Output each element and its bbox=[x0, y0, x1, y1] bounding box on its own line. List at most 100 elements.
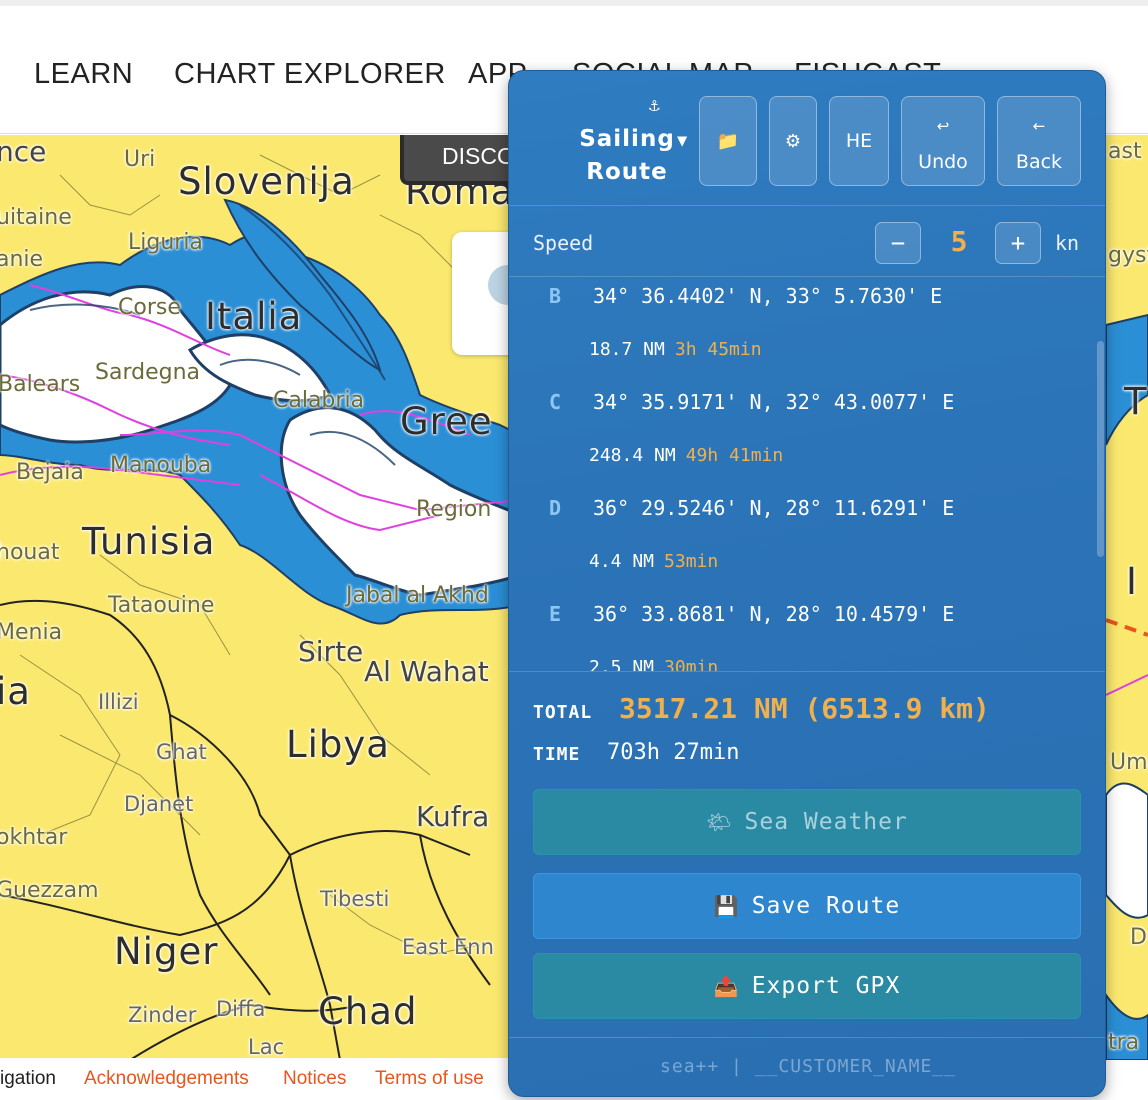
back-button[interactable]: ← Back bbox=[997, 96, 1081, 186]
map-label: Balears bbox=[0, 372, 81, 397]
map-label: Zinder bbox=[128, 1003, 197, 1027]
back-label: Back bbox=[1015, 151, 1063, 173]
map-label: Guezzam bbox=[0, 878, 99, 903]
map-label: Calabria bbox=[273, 388, 365, 413]
panel-footer: sea++ | __CUSTOMER_NAME__ bbox=[509, 1037, 1105, 1096]
nav-learn[interactable]: LEARN bbox=[34, 58, 133, 91]
map-label: Tunisia bbox=[82, 520, 216, 563]
save-route-button[interactable]: 💾 Save Route bbox=[533, 873, 1081, 939]
waypoint-coordinates: 34° 35.9171' N, 32° 43.0077' E bbox=[593, 390, 955, 414]
arrow-left-icon: ← bbox=[1032, 117, 1046, 135]
route-title-line2: Route bbox=[586, 159, 668, 185]
speed-value: 5 bbox=[950, 225, 968, 258]
discover-button[interactable]: DISCO bbox=[400, 135, 520, 185]
map-label: I bbox=[1126, 560, 1138, 603]
leg-distance-value: 2.5 NM bbox=[589, 657, 655, 671]
language-button[interactable]: HE bbox=[829, 96, 889, 186]
sea-weather-button[interactable]: 🌤 Sea Weather bbox=[533, 789, 1081, 855]
map-label: Corse bbox=[118, 295, 181, 320]
sailing-route-panel: ⚓ Sailing Route ▼ 📁 ⚙ HE ↩ Undo ← Back S… bbox=[508, 70, 1106, 1097]
outbox-icon: 📤 bbox=[713, 974, 740, 998]
map-label: Tibesti bbox=[320, 887, 390, 911]
folder-icon: 📁 bbox=[716, 131, 740, 152]
map-label: Liguria bbox=[128, 230, 203, 255]
settings-button[interactable]: ⚙ bbox=[769, 96, 817, 186]
leg-duration: 30min bbox=[664, 657, 719, 671]
map-label: ast bbox=[1108, 139, 1142, 164]
leg-duration: 53min bbox=[664, 551, 719, 572]
map-label: houat bbox=[0, 540, 60, 565]
map-label: Lac bbox=[248, 1035, 285, 1059]
speed-control: Speed − 5 + kn bbox=[509, 207, 1105, 277]
waypoint-letter: D bbox=[549, 496, 562, 520]
map-label: Illizi bbox=[98, 690, 139, 714]
map-label: Um bbox=[1110, 750, 1148, 775]
waypoint-coordinates: 36° 33.8681' N, 28° 10.4579' E bbox=[593, 602, 955, 626]
leg-distance-value: 248.4 NM bbox=[589, 445, 676, 466]
waypoint-letter: E bbox=[549, 602, 562, 626]
waypoint-letter: B bbox=[549, 284, 562, 308]
map-label: Gree bbox=[400, 400, 493, 443]
chevron-down-icon[interactable]: ▼ bbox=[677, 131, 687, 151]
floppy-disk-icon: 💾 bbox=[713, 894, 740, 918]
map-label: Uri bbox=[124, 147, 156, 172]
footer-acknowledgements-link[interactable]: Acknowledgements bbox=[84, 1068, 249, 1090]
export-gpx-button[interactable]: 📤 Export GPX bbox=[533, 953, 1081, 1019]
map-label: gyst bbox=[1108, 243, 1148, 268]
map-label: okhtar bbox=[0, 825, 68, 850]
export-gpx-label: Export GPX bbox=[751, 973, 901, 999]
speed-decrease-button[interactable]: − bbox=[875, 222, 921, 264]
speed-increase-button[interactable]: + bbox=[995, 222, 1041, 264]
map-label: Niger bbox=[114, 930, 219, 973]
map-label: Slovenija bbox=[178, 160, 355, 203]
map-label: East Enn bbox=[402, 935, 494, 959]
leg-distance: 248.4 NM 49h 41min bbox=[589, 445, 783, 466]
anchor-icon: ⚓ bbox=[649, 95, 660, 116]
weather-icon: 🌤 bbox=[706, 810, 733, 834]
map-label: Tataouine bbox=[108, 593, 215, 618]
map-label: D bbox=[1130, 925, 1147, 950]
route-totals: TOTAL 3517.21 NM (6513.9 km) TIME 703h 2… bbox=[509, 671, 1105, 781]
undo-icon: ↩ bbox=[936, 117, 950, 135]
nav-chart-explorer[interactable]: CHART EXPLORER bbox=[174, 58, 446, 91]
undo-button[interactable]: ↩ Undo bbox=[901, 96, 985, 186]
map-label: Sardegna bbox=[95, 360, 200, 385]
map-label: Sirte bbox=[298, 635, 364, 668]
speed-label: Speed bbox=[533, 231, 594, 255]
panel-header: ⚓ Sailing Route ▼ 📁 ⚙ HE ↩ Undo ← Back bbox=[509, 71, 1105, 206]
map-label: anie bbox=[0, 247, 44, 272]
speed-unit: kn bbox=[1055, 231, 1080, 255]
leg-distance: 4.4 NM 53min bbox=[589, 551, 718, 572]
leg-duration: 3h 45min bbox=[674, 339, 762, 360]
folder-button[interactable]: 📁 bbox=[699, 96, 757, 186]
leg-distance-value: 4.4 NM bbox=[589, 551, 655, 572]
map-label: Region bbox=[416, 497, 492, 522]
language-label: HE bbox=[845, 130, 873, 152]
map-label: ia bbox=[0, 670, 31, 713]
map-label: tra bbox=[1108, 1030, 1140, 1055]
map-label: Al Wahat bbox=[364, 655, 489, 688]
waypoint-list[interactable]: B 34° 36.4402' N, 33° 5.7630' E 18.7 NM 3… bbox=[509, 278, 1105, 671]
undo-label: Undo bbox=[918, 151, 968, 173]
waypoint-list-scrollbar[interactable] bbox=[1097, 341, 1104, 557]
leg-distance-value: 18.7 NM bbox=[589, 339, 665, 360]
map-label: Jabal al Akhd bbox=[346, 583, 489, 608]
map-label: Menia bbox=[0, 620, 63, 645]
map-label: uitaine bbox=[0, 205, 72, 230]
footer-notices-link[interactable]: Notices bbox=[283, 1068, 346, 1090]
total-label: TOTAL bbox=[533, 702, 593, 723]
leg-duration: 49h 41min bbox=[685, 445, 784, 466]
map-label: Libya bbox=[286, 723, 390, 766]
footer-navigation-link[interactable]: igation bbox=[0, 1068, 56, 1090]
map-label: T bbox=[1124, 380, 1148, 423]
time-label: TIME bbox=[533, 744, 581, 765]
footer-terms-link[interactable]: Terms of use bbox=[375, 1068, 484, 1090]
save-route-label: Save Route bbox=[751, 893, 901, 919]
total-time: 703h 27min bbox=[607, 740, 740, 765]
map-label: Djanet bbox=[124, 792, 194, 816]
leg-distance: 18.7 NM 3h 45min bbox=[589, 339, 762, 360]
leg-distance: 2.5 NM 30min bbox=[589, 657, 718, 671]
map-label: Manouba bbox=[110, 453, 212, 478]
map-label: Chad bbox=[318, 990, 418, 1033]
discover-label: DISCO bbox=[442, 143, 515, 169]
